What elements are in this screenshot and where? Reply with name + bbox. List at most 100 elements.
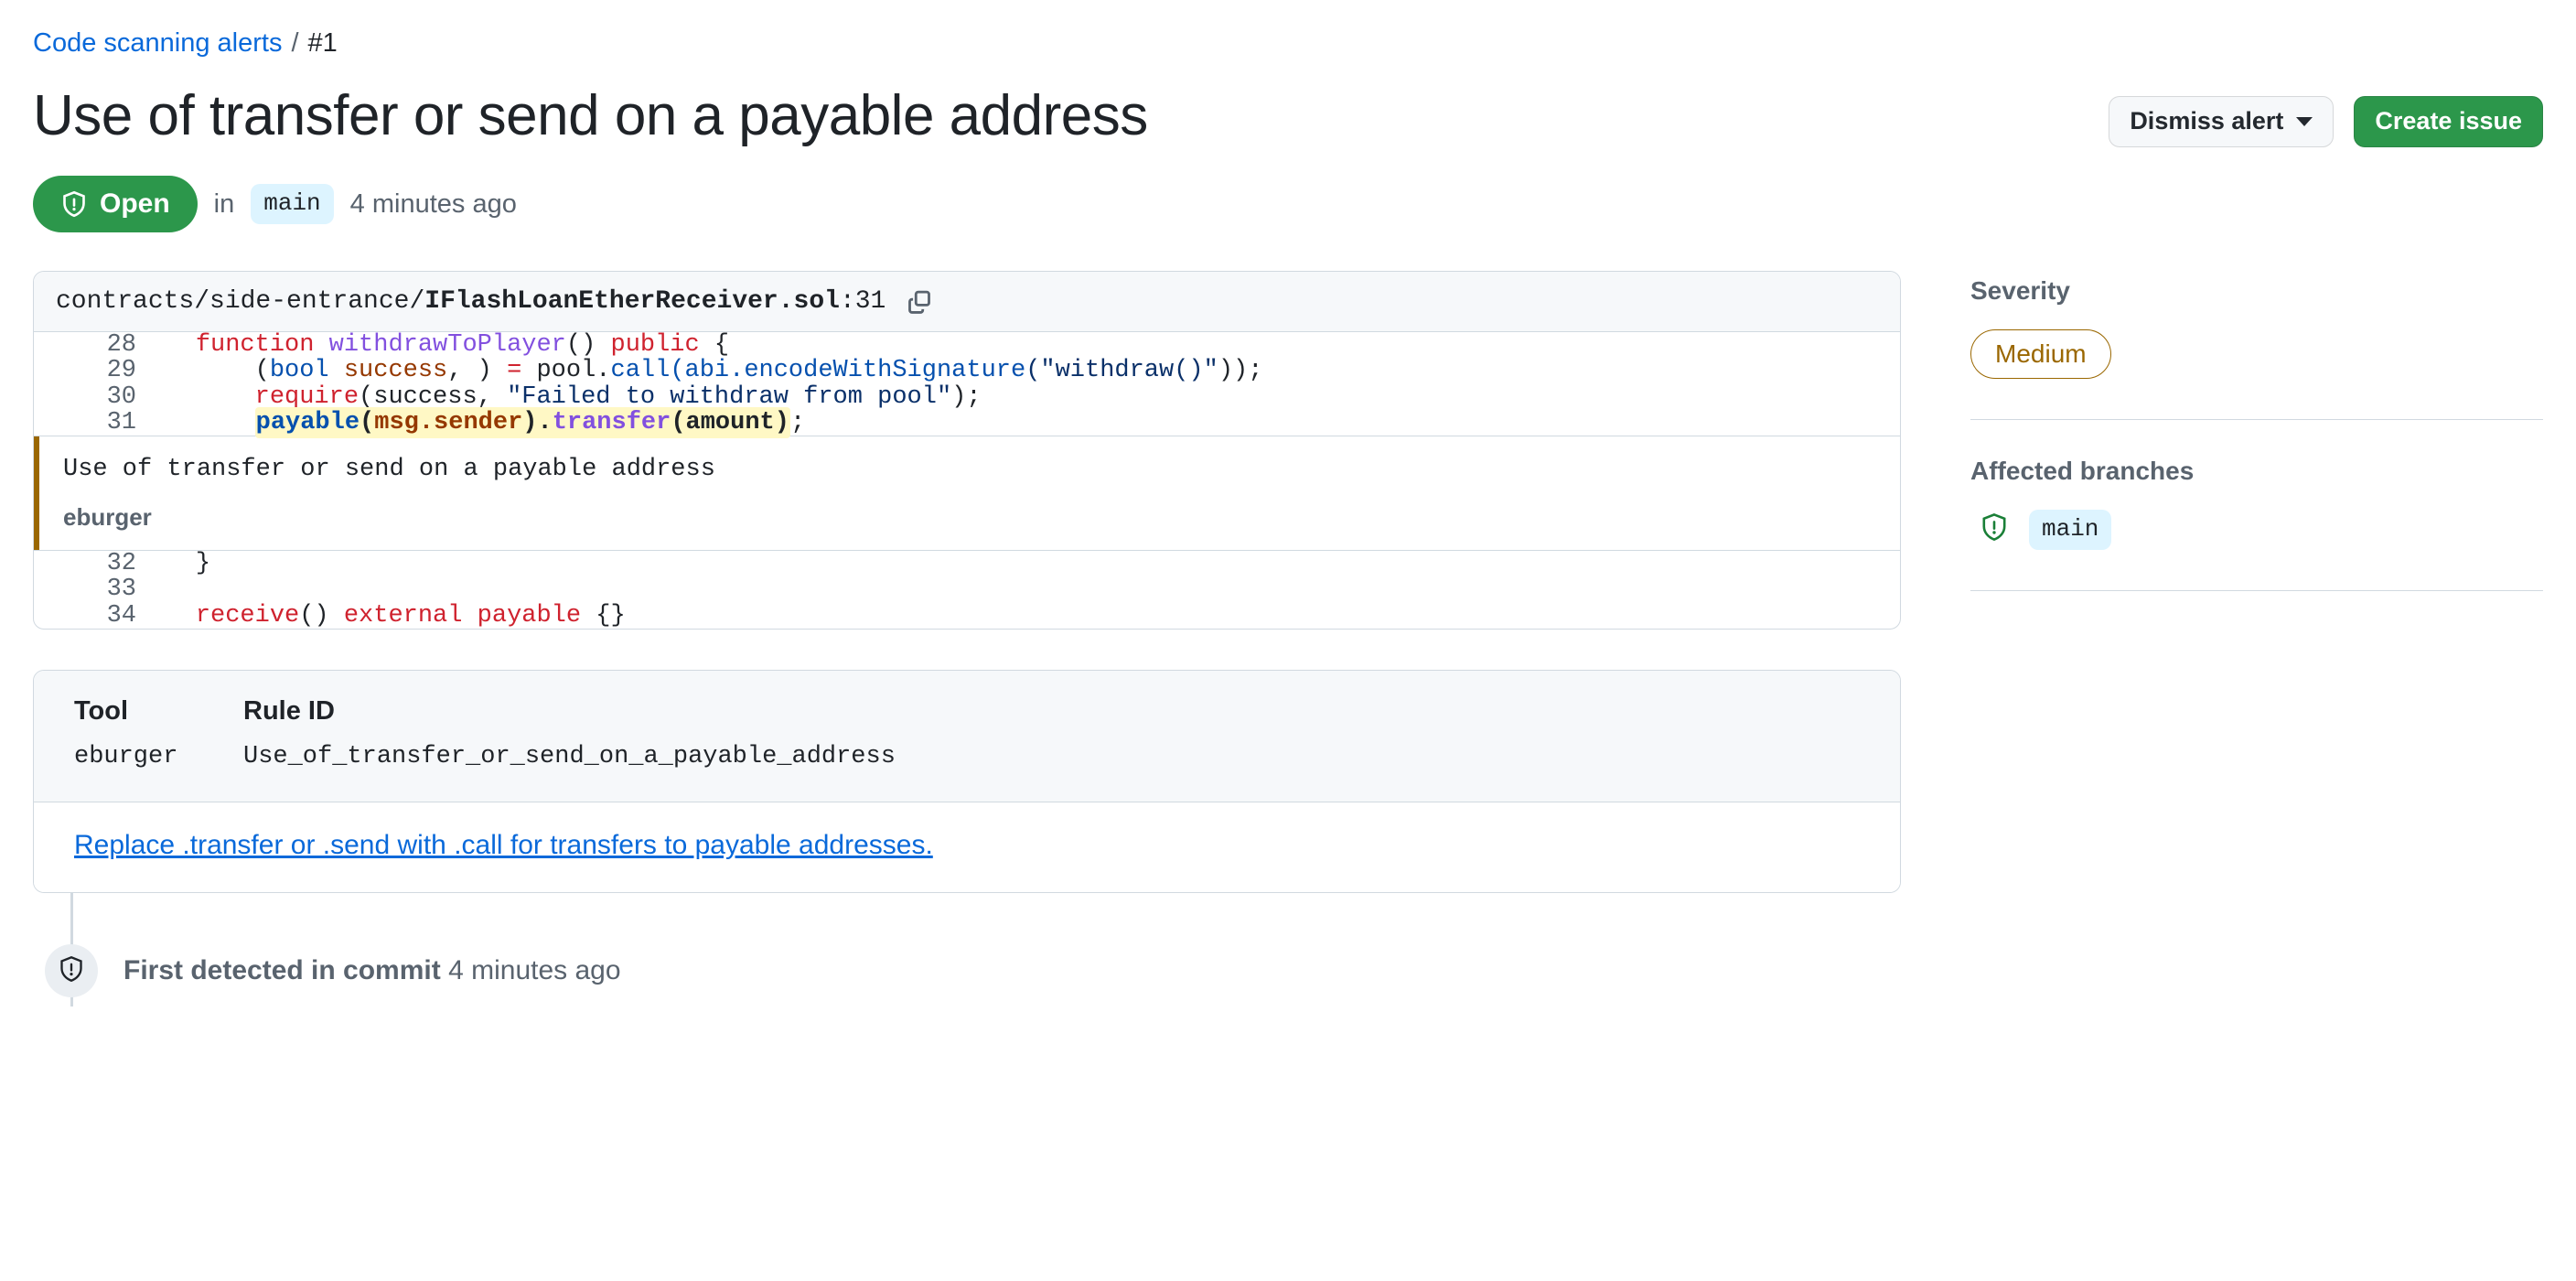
alert-annotation-cell: Use of transfer or send on a payable add… xyxy=(34,436,1900,552)
main-column: contracts/side-entrance/IFlashLoanEtherR… xyxy=(33,271,1908,1007)
timeline-item-first-detected: First detected in commit 4 minutes ago xyxy=(33,893,1908,1006)
token-keyword: public xyxy=(610,331,700,360)
token-plain: } xyxy=(195,550,211,578)
status-timestamp: 4 minutes ago xyxy=(349,188,517,219)
code-line-row: 34 receive() external payable {} xyxy=(34,601,1900,630)
breadcrumb-link-code-scanning-alerts[interactable]: Code scanning alerts xyxy=(33,27,282,59)
timeline-event-label: First detected in commit xyxy=(123,955,441,986)
token-plain: ); xyxy=(951,382,982,411)
status-in-label: in xyxy=(213,188,235,219)
line-content: payable(msg.sender).transfer(amount); xyxy=(136,407,1900,439)
token-variable: success xyxy=(343,357,448,385)
code-line-row: 29 (bool success, ) = pool.call(abi.enco… xyxy=(34,357,1900,385)
help-link-wrapper: Replace .transfer or .send with .call fo… xyxy=(34,802,1900,893)
token-variable: msg.sender xyxy=(374,409,523,437)
create-issue-label: Create issue xyxy=(2375,107,2522,135)
shield-alert-icon xyxy=(60,190,88,218)
code-line-row: 28 function withdrawToPlayer() public { xyxy=(34,331,1900,360)
token-plain: pool. xyxy=(521,357,611,385)
title-row: Use of transfer or send on a payable add… xyxy=(33,83,2543,148)
timeline-event-time: 4 minutes ago xyxy=(448,955,621,986)
line-number: 31 xyxy=(106,409,136,437)
line-number: 28 xyxy=(106,331,136,360)
snippet-header: contracts/side-entrance/IFlashLoanEtherR… xyxy=(34,272,1900,333)
line-number: 33 xyxy=(106,576,136,604)
code-table: 28 function withdrawToPlayer() public { … xyxy=(34,332,1900,629)
token-keyword: function xyxy=(195,331,315,360)
cell-rule-id-value: Use_of_transfer_or_send_on_a_payable_add… xyxy=(243,743,896,771)
breadcrumb-current-alert-number: #1 xyxy=(307,28,338,58)
token-keyword: payable xyxy=(477,601,582,630)
copy-icon[interactable] xyxy=(906,288,933,316)
dismiss-alert-button[interactable]: Dismiss alert xyxy=(2109,95,2334,147)
alert-annotation: Use of transfer or send on a payable add… xyxy=(34,436,1900,551)
line-content: function withdrawToPlayer() public { xyxy=(136,332,1900,358)
token-plain: {} xyxy=(581,601,626,630)
table-header-row: Tool Rule ID xyxy=(74,696,896,743)
shield-alert-icon xyxy=(58,955,85,987)
affected-branch-chip[interactable]: main xyxy=(2029,510,2112,550)
token-plain: )); xyxy=(1218,357,1263,385)
token-operator: = xyxy=(507,357,522,385)
line-content: require(success, "Failed to withdraw fro… xyxy=(136,384,1900,410)
sidebar-divider xyxy=(1970,589,2543,591)
sidebar-section-severity: Severity Medium xyxy=(1970,276,2543,382)
breadcrumb: Code scanning alerts / #1 xyxy=(33,0,2543,59)
token-type: bool xyxy=(269,357,329,385)
line-content xyxy=(136,576,1900,602)
column-header-rule-id: Rule ID xyxy=(243,696,335,727)
line-content: } xyxy=(136,551,1900,577)
severity-badge: Medium xyxy=(1970,329,2111,380)
sidebar-heading-affected-branches: Affected branches xyxy=(1970,457,2195,486)
highlighted-code: payable(msg.sender).transfer(amount) xyxy=(254,407,790,439)
action-buttons: Dismiss alert Create issue xyxy=(2109,95,2543,147)
tool-rule-table-wrapper: Tool Rule ID eburger Use_of_transfer_or_… xyxy=(34,671,1900,802)
token-keyword: external xyxy=(343,601,463,630)
code-line-row: 30 require(success, "Failed to withdraw … xyxy=(34,382,1900,411)
status-row: Open in main 4 minutes ago xyxy=(33,176,2543,233)
token-string: ("withdraw()" xyxy=(1025,357,1218,385)
status-branch-chip[interactable]: main xyxy=(251,184,334,224)
alert-annotation-message: Use of transfer or send on a payable add… xyxy=(63,456,715,484)
snippet-file-name: IFlashLoanEtherReceiver.sol xyxy=(424,287,840,317)
code-line-row-highlighted: 31 payable(msg.sender).transfer(amount); xyxy=(34,407,1900,439)
rule-help-link[interactable]: Replace .transfer or .send with .call fo… xyxy=(74,830,933,860)
token-plain: , ) xyxy=(447,357,508,385)
status-badge: Open xyxy=(33,176,198,233)
breadcrumb-separator: / xyxy=(291,28,299,58)
sidebar-heading-severity: Severity xyxy=(1970,276,2070,306)
sidebar-divider xyxy=(1970,419,2543,421)
token-plain: ( xyxy=(254,357,270,385)
sidebar: Severity Medium Affected branches main xyxy=(1908,271,2543,628)
line-number: 34 xyxy=(106,601,136,630)
snippet-file-path: contracts/side-entrance/IFlashLoanEtherR… xyxy=(56,287,886,316)
token-keyword: receive xyxy=(195,601,300,630)
line-number: 30 xyxy=(106,382,136,411)
status-badge-label: Open xyxy=(100,188,170,220)
line-content: receive() external payable {} xyxy=(136,603,1900,629)
create-issue-button[interactable]: Create issue xyxy=(2354,95,2543,147)
token-plain: () xyxy=(299,601,344,630)
token-plain: ( xyxy=(360,409,375,437)
token-plain: { xyxy=(714,331,730,360)
token-plain: ). xyxy=(522,409,553,437)
affected-branch-item[interactable]: main xyxy=(1970,510,2543,550)
tool-rule-table: Tool Rule ID eburger Use_of_transfer_or_… xyxy=(74,696,896,770)
sidebar-section-affected-branches: Affected branches main xyxy=(1970,457,2543,554)
line-number: 32 xyxy=(106,550,136,578)
token-function: withdrawToPlayer xyxy=(328,331,566,360)
token-method: (abi.encodeWithSignature xyxy=(670,357,1026,385)
timeline-event-text: First detected in commit 4 minutes ago xyxy=(123,955,621,986)
token-plain: () xyxy=(565,331,596,360)
column-header-tool: Tool xyxy=(74,696,129,727)
token-plain: (amount) xyxy=(671,409,789,437)
alert-annotation-row: Use of transfer or send on a payable add… xyxy=(34,436,1900,552)
code-line-row: 32 } xyxy=(34,551,1900,577)
snippet-path-prefix: contracts/side-entrance/ xyxy=(56,287,425,317)
alert-annotation-tool: eburger xyxy=(63,502,152,531)
table-row: eburger Use_of_transfer_or_send_on_a_pay… xyxy=(74,743,896,770)
dismiss-alert-label: Dismiss alert xyxy=(2130,107,2284,135)
token-method: call xyxy=(610,357,671,385)
tool-rule-card: Tool Rule ID eburger Use_of_transfer_or_… xyxy=(33,670,1901,894)
